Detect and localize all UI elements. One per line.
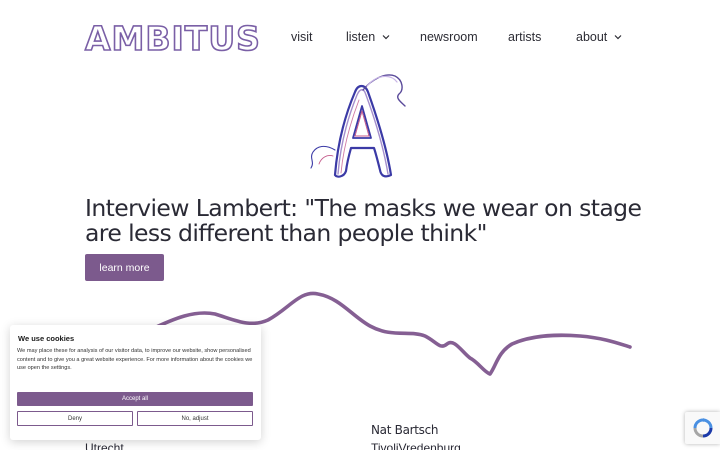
cookie-description: We may place these for analysis of our v…	[17, 348, 253, 371]
learn-more-button[interactable]: learn more	[85, 254, 164, 281]
deny-button[interactable]: Deny	[17, 411, 133, 426]
nav-label-visit: visit	[291, 30, 313, 44]
logo-text: AMBITUS	[84, 19, 261, 59]
event-city: Utrecht	[85, 441, 124, 450]
nav-item-visit[interactable]: visit	[291, 30, 313, 44]
event-artist-name[interactable]: Nat Bartsch	[371, 423, 439, 437]
accept-all-button[interactable]: Accept all	[17, 392, 253, 406]
event-venue: TivoliVredenburg	[371, 441, 461, 450]
hero-letter-a-artwork	[310, 74, 406, 178]
nav-label-listen: listen	[346, 30, 376, 44]
cookie-banner: We use cookies We may place these for an…	[10, 325, 261, 440]
chevron-down-icon	[382, 35, 390, 40]
nav-item-listen[interactable]: listen	[346, 30, 391, 44]
adjust-button[interactable]: No, adjust	[137, 411, 253, 426]
recaptcha-icon	[693, 418, 712, 438]
nav-label-newsroom: newsroom	[420, 30, 478, 44]
recaptcha-badge[interactable]	[685, 412, 720, 444]
nav-label-artists: artists	[508, 30, 542, 44]
nav-item-newsroom[interactable]: newsroom	[420, 30, 478, 44]
nav-item-about[interactable]: about	[576, 30, 623, 44]
cookie-title: We use cookies	[18, 334, 75, 343]
site-logo[interactable]: AMBITUS	[84, 19, 261, 59]
page-headline: Interview Lambert: "The masks we wear on…	[85, 194, 642, 247]
nav-label-about: about	[576, 30, 608, 44]
chevron-down-icon	[614, 35, 622, 40]
nav-item-artists[interactable]: artists	[508, 30, 541, 44]
